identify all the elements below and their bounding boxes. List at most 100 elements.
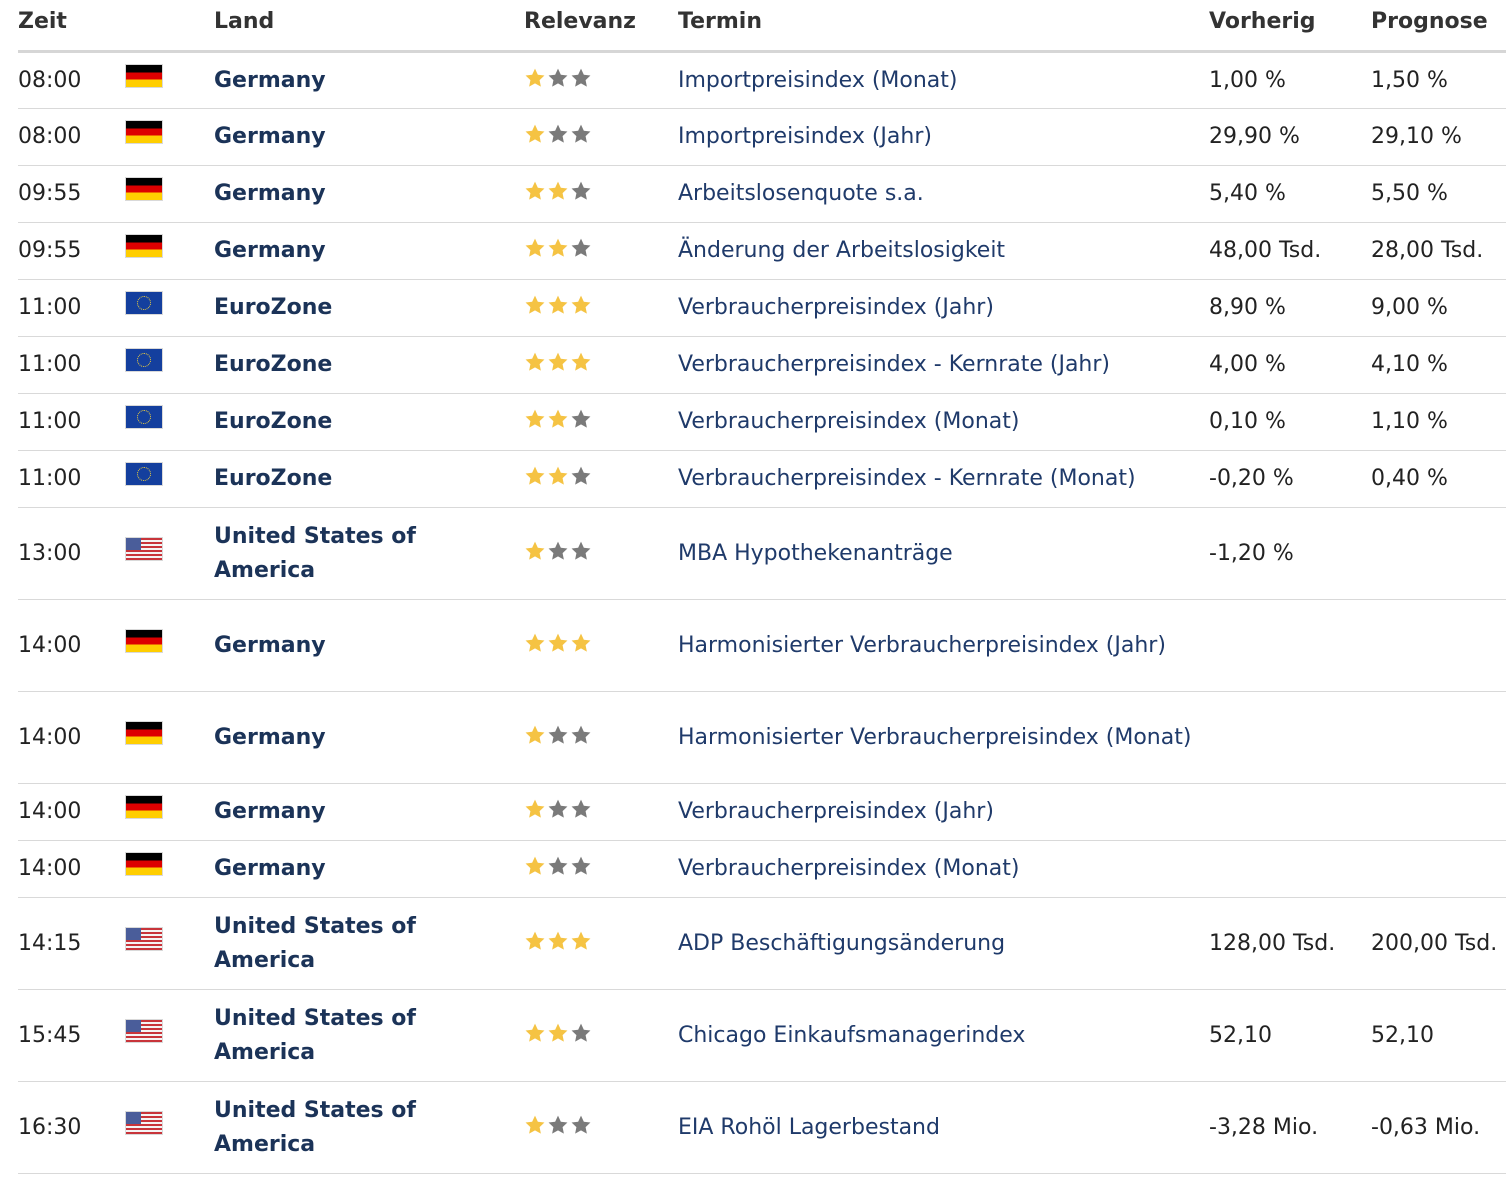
event-link[interactable]: Verbraucherpreisindex - Kernrate (Jahr): [678, 336, 1209, 394]
economic-calendar-table: Zeit Land Relevanz Termin Vorherig Progn…: [18, 0, 1506, 1174]
header-termin[interactable]: Termin: [678, 0, 1209, 53]
header-flag: [126, 0, 214, 53]
country-link[interactable]: EuroZone: [214, 450, 524, 508]
event-time: 08:00: [18, 51, 126, 109]
country-link[interactable]: Germany: [214, 691, 524, 784]
event-link[interactable]: Verbraucherpreisindex (Jahr): [678, 783, 1209, 841]
table-row[interactable]: 14:00 Germany Verbraucherpreisindex (Monat…: [18, 840, 1506, 898]
country-link[interactable]: United States of America: [214, 989, 524, 1082]
star-empty-icon: [570, 465, 592, 487]
table-row[interactable]: 14:00 Germany Harmonisierter Verbraucherpr…: [18, 691, 1506, 784]
header-zeit[interactable]: Zeit: [18, 0, 126, 53]
event-link[interactable]: Verbraucherpreisindex (Monat): [678, 840, 1209, 898]
table-row[interactable]: 15:45 United States of America Chicago Ein…: [18, 989, 1506, 1082]
star-empty-icon: [547, 540, 569, 562]
event-time: 09:55: [18, 222, 126, 280]
country-link[interactable]: Germany: [214, 840, 524, 898]
previous-value: 52,10: [1209, 989, 1371, 1082]
star-empty-icon: [570, 540, 592, 562]
event-link[interactable]: Verbraucherpreisindex - Kernrate (Monat): [678, 450, 1209, 508]
country-link[interactable]: United States of America: [214, 897, 524, 990]
event-link[interactable]: Importpreisindex (Monat): [678, 51, 1209, 109]
previous-value: 128,00 Tsd.: [1209, 897, 1371, 990]
country-link[interactable]: Germany: [214, 51, 524, 109]
germany-flag-icon: [126, 629, 162, 652]
flag-cell: [126, 691, 214, 784]
germany-flag-icon: [126, 853, 162, 875]
country-link[interactable]: United States of America: [214, 507, 524, 600]
table-row[interactable]: 11:00 EuroZone Verbraucherpreisindex (Mona…: [18, 393, 1506, 451]
relevance-rating: [524, 108, 678, 166]
flag-cell: [126, 1081, 214, 1174]
star-filled-icon: [524, 465, 546, 487]
star-filled-icon: [570, 632, 592, 654]
flag-cell: [126, 108, 214, 166]
star-empty-icon: [547, 67, 569, 89]
flag-cell: [126, 989, 214, 1082]
country-link[interactable]: Germany: [214, 108, 524, 166]
relevance-rating: [524, 336, 678, 394]
event-link[interactable]: Verbraucherpreisindex (Jahr): [678, 279, 1209, 337]
event-link[interactable]: Änderung der Arbeitslosigkeit: [678, 222, 1209, 280]
previous-value: -0,20 %: [1209, 450, 1371, 508]
table-row[interactable]: 11:00 EuroZone Verbraucherpreisindex - Ker…: [18, 336, 1506, 394]
star-filled-icon: [524, 632, 546, 654]
event-time: 14:00: [18, 599, 126, 692]
country-link[interactable]: EuroZone: [214, 336, 524, 394]
table-row[interactable]: 11:00 EuroZone Verbraucherpreisindex (Jahr…: [18, 279, 1506, 337]
event-time: 11:00: [18, 279, 126, 337]
event-link[interactable]: MBA Hypothekenanträge: [678, 507, 1209, 600]
table-row[interactable]: 11:00 EuroZone Verbraucherpreisindex - Ker…: [18, 450, 1506, 508]
table-row[interactable]: 08:00 Germany Importpreisindex (Jahr) 29,90…: [18, 108, 1506, 166]
star-filled-icon: [524, 855, 546, 877]
country-link[interactable]: Germany: [214, 222, 524, 280]
table-row[interactable]: 13:00 United States of America MBA Hypothe…: [18, 507, 1506, 600]
star-filled-icon: [524, 798, 546, 820]
star-filled-icon: [547, 408, 569, 430]
table-row[interactable]: 09:55 Germany Änderung der Arbeitslosigkei…: [18, 222, 1506, 280]
event-link[interactable]: Importpreisindex (Jahr): [678, 108, 1209, 166]
table-row[interactable]: 14:00 Germany Verbraucherpreisindex (Jahr): [18, 783, 1506, 841]
table-row[interactable]: 16:30 United States of America EIA Rohöl L…: [18, 1081, 1506, 1174]
country-link[interactable]: United States of America: [214, 1081, 524, 1174]
previous-value: 1,00 %: [1209, 51, 1371, 109]
relevance-rating: [524, 599, 678, 692]
header-relevanz[interactable]: Relevanz: [524, 0, 678, 53]
country-link[interactable]: EuroZone: [214, 279, 524, 337]
event-time: 14:00: [18, 840, 126, 898]
relevance-rating: [524, 783, 678, 841]
previous-value: [1209, 599, 1371, 692]
flag-cell: [126, 222, 214, 280]
header-prognose[interactable]: Prognose: [1371, 0, 1506, 53]
flag-cell: [126, 783, 214, 841]
event-link[interactable]: Verbraucherpreisindex (Monat): [678, 393, 1209, 451]
event-link[interactable]: Harmonisierter Verbraucherpreisindex (Ja…: [678, 599, 1209, 692]
table-row[interactable]: 08:00 Germany Importpreisindex (Monat) 1,00…: [18, 51, 1506, 109]
star-empty-icon: [570, 855, 592, 877]
forecast-value: [1371, 599, 1506, 692]
table-row[interactable]: 14:00 Germany Harmonisierter Verbraucherpr…: [18, 599, 1506, 692]
star-filled-icon: [570, 351, 592, 373]
country-link[interactable]: Germany: [214, 165, 524, 223]
table-row[interactable]: 14:15 United States of America ADP Beschäf…: [18, 897, 1506, 990]
event-link[interactable]: EIA Rohöl Lagerbestand: [678, 1081, 1209, 1174]
star-filled-icon: [524, 294, 546, 316]
header-vorherig[interactable]: Vorherig: [1209, 0, 1371, 53]
event-link[interactable]: Harmonisierter Verbraucherpreisindex (Mo…: [678, 691, 1209, 784]
star-filled-icon: [524, 930, 546, 952]
event-link[interactable]: ADP Beschäftigungsänderung: [678, 897, 1209, 990]
star-filled-icon: [524, 180, 546, 202]
star-filled-icon: [524, 540, 546, 562]
country-link[interactable]: Germany: [214, 599, 524, 692]
previous-value: [1209, 691, 1371, 784]
event-link[interactable]: Arbeitslosenquote s.a.: [678, 165, 1209, 223]
relevance-rating: [524, 393, 678, 451]
relevance-rating: [524, 507, 678, 600]
event-link[interactable]: Chicago Einkaufsmanagerindex: [678, 989, 1209, 1082]
previous-value: -1,20 %: [1209, 507, 1371, 600]
header-land[interactable]: Land: [214, 0, 524, 53]
country-link[interactable]: EuroZone: [214, 393, 524, 451]
table-row[interactable]: 09:55 Germany Arbeitslosenquote s.a. 5,40 %…: [18, 165, 1506, 223]
star-filled-icon: [524, 123, 546, 145]
country-link[interactable]: Germany: [214, 783, 524, 841]
